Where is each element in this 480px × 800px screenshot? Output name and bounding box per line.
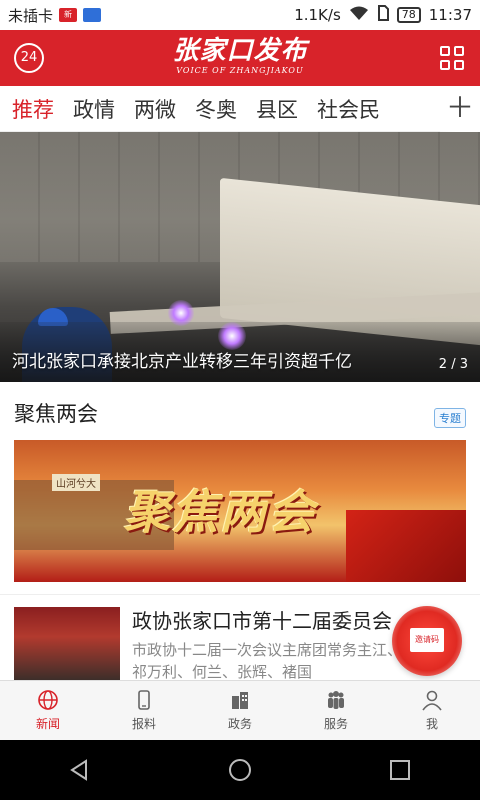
pager-total: 3 xyxy=(459,357,468,372)
battery-indicator: 78 xyxy=(396,7,421,23)
network-speed: 1.1K/s xyxy=(294,6,341,24)
tab-politics[interactable]: 政情 xyxy=(73,94,115,124)
category-tabs: 推荐 政情 两微 冬奥 县区 社会民 ＋ xyxy=(0,86,480,132)
user-icon xyxy=(421,689,443,711)
nav-news-label: 新闻 xyxy=(35,717,60,731)
tab-social-media[interactable]: 两微 xyxy=(134,94,176,124)
people-icon xyxy=(325,689,347,711)
app-screen: 未插卡 新 1.1K/s 78 11:37 24 张家口发布 VOICE OF … xyxy=(0,0,480,800)
tab-society[interactable]: 社会民 xyxy=(317,94,380,124)
topic-badge[interactable]: 专题 xyxy=(434,408,466,428)
nav-services-label: 服务 xyxy=(323,717,348,731)
logo-text: 张家口发布 xyxy=(172,36,308,66)
tab-winter-olympics[interactable]: 冬奥 xyxy=(195,94,237,124)
app-notification-icon xyxy=(83,8,102,22)
nav-news[interactable]: 新闻 xyxy=(0,681,96,740)
recent-apps-icon[interactable] xyxy=(380,750,420,790)
nav-government-label: 政务 xyxy=(227,717,252,731)
app-header: 24 张家口发布 VOICE OF ZHANGJIAKOU xyxy=(0,30,480,86)
clock: 11:37 xyxy=(428,6,472,24)
hours-24-button[interactable]: 24 xyxy=(14,43,44,73)
nav-me[interactable]: 我 xyxy=(384,681,480,740)
back-icon[interactable] xyxy=(60,750,100,790)
bottom-navigation: 新闻 报料 政务 服务 我 xyxy=(0,680,480,740)
banner-wall-label: 山河兮大 xyxy=(52,474,100,491)
hero-carousel[interactable]: 河北张家口承接北京产业转移三年引资超千亿 2 / 3 xyxy=(0,132,480,382)
grid-menu-icon[interactable] xyxy=(440,46,464,70)
nav-government[interactable]: 政务 xyxy=(192,681,288,740)
home-icon[interactable] xyxy=(220,750,260,790)
banner-title: 聚焦两会 xyxy=(124,485,316,539)
pager-current: 2 xyxy=(438,357,448,372)
nav-services[interactable]: 服务 xyxy=(288,681,384,740)
tab-counties[interactable]: 县区 xyxy=(256,94,298,124)
logo-subtitle: VOICE OF ZHANGJIAKOU xyxy=(176,66,304,75)
focus-section-header: 聚焦两会 专题 xyxy=(0,390,480,434)
news-thumbnail xyxy=(14,607,120,681)
carousel-pager: 2 / 3 xyxy=(438,357,468,372)
invite-card-icon: 邀请码 xyxy=(410,628,444,652)
building-icon xyxy=(229,689,251,711)
wifi-icon xyxy=(349,5,369,25)
globe-icon xyxy=(37,689,59,711)
invite-code-button[interactable]: 邀请码 xyxy=(392,606,462,676)
nav-report[interactable]: 报料 xyxy=(96,681,192,740)
tab-recommend[interactable]: 推荐 xyxy=(12,94,54,124)
add-tab-button[interactable]: ＋ xyxy=(440,86,480,132)
status-bar: 未插卡 新 1.1K/s 78 11:37 xyxy=(0,0,480,30)
news-app-notification-icon: 新 xyxy=(59,8,78,22)
sim-icon xyxy=(377,5,389,25)
nav-me-label: 我 xyxy=(425,717,438,731)
carrier-text: 未插卡 xyxy=(8,6,54,25)
phone-icon xyxy=(133,689,155,711)
section-title: 聚焦两会 xyxy=(14,402,98,426)
focus-banner[interactable]: 山河兮大 聚焦两会 xyxy=(14,440,466,582)
app-logo: 张家口发布 VOICE OF ZHANGJIAKOU xyxy=(160,36,320,80)
hero-caption[interactable]: 河北张家口承接北京产业转移三年引资超千亿 xyxy=(12,347,352,372)
system-navigation-bar xyxy=(0,740,480,800)
nav-report-label: 报料 xyxy=(131,717,156,731)
